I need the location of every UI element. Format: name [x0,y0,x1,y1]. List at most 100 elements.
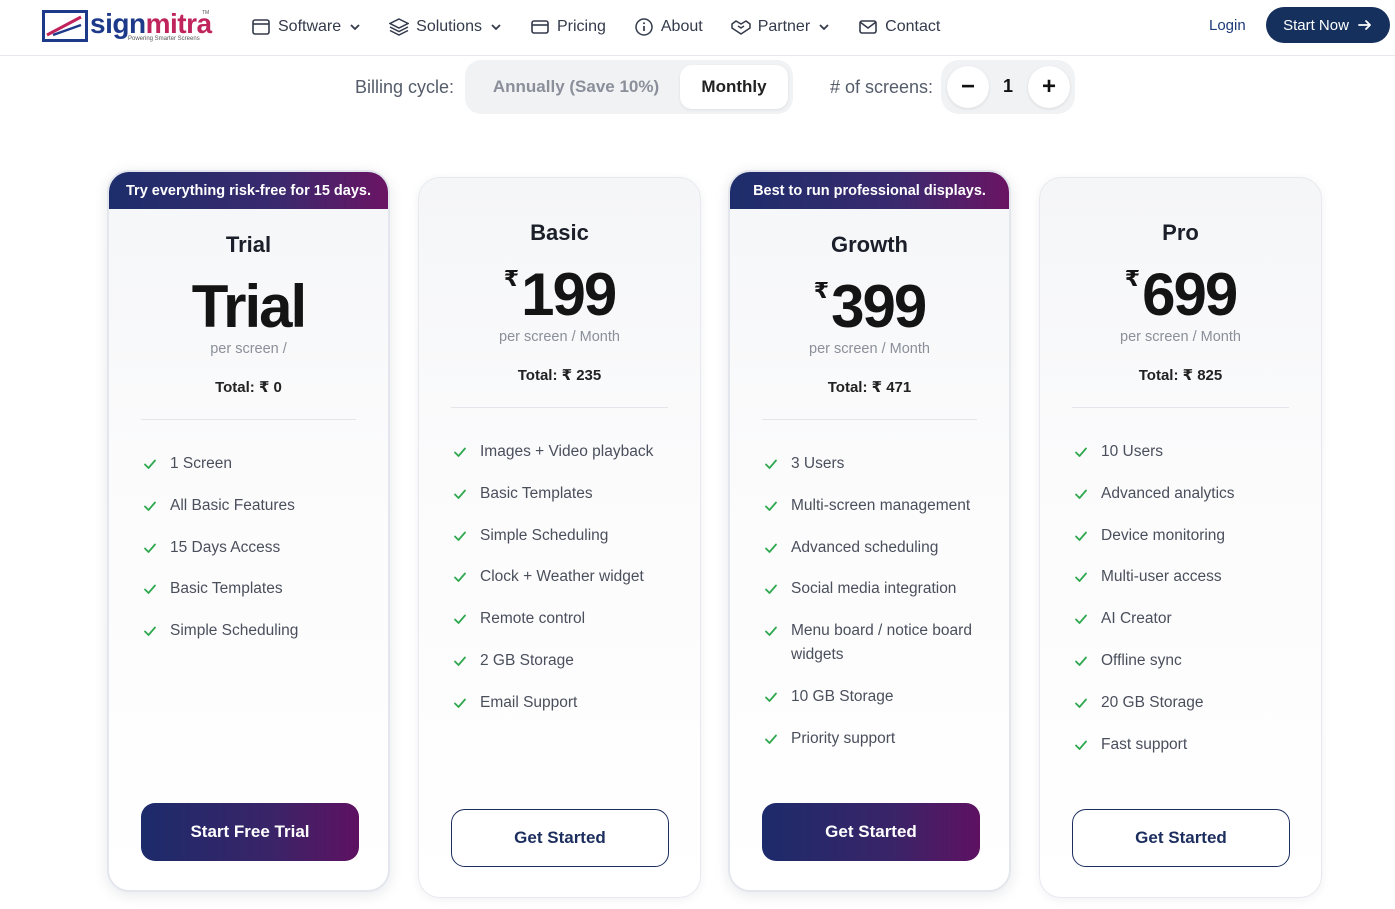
plan-feature-label: 1 Screen [170,455,233,472]
plan-feature-item: 10 Users [1074,440,1301,464]
login-link[interactable]: Login [1209,17,1246,34]
check-icon [764,732,778,746]
plan-price: ₹399 [730,272,1009,341]
plan-feature-label: 3 Users [791,455,845,472]
plan-price-value: 399 [831,273,927,340]
chevron-down-icon [818,21,830,33]
check-icon [143,624,157,638]
plan-feature-label: Clock + Weather widget [480,568,644,586]
start-now-button[interactable]: Start Now [1266,7,1390,43]
signmitra-logo[interactable]: signmitra Powering Smarter Screens TM [42,8,212,44]
plan-price-value: 699 [1142,261,1238,328]
check-icon [764,457,778,471]
plan-feature-list: 3 Users Multi-screen management Advanced… [764,452,979,769]
screens-count-value: 1 [1002,76,1013,96]
check-icon [453,570,467,584]
plan-feature-item: 20 GB Storage [1074,691,1301,715]
plan-feature-item: Advanced analytics [1074,482,1301,506]
plan-price-value: 199 [521,261,617,328]
check-icon [453,487,467,501]
nav-item-label: About [660,18,703,35]
increment-screens-button[interactable]: + [1028,66,1070,108]
get-started-growth-button[interactable]: Get Started [762,803,980,861]
nav-item-about[interactable]: About [634,17,703,37]
billing-option-annually[interactable]: Annually (Save 10%) [473,65,679,109]
card-icon [530,17,550,37]
start-free-trial-button[interactable]: Start Free Trial [141,803,359,861]
plan-feature-label: Simple Scheduling [170,622,299,640]
screens-stepper: − 1 + [941,60,1075,114]
plan-price-period: per screen / Month [1120,329,1241,345]
plan-feature-label: 10 Users [1101,443,1164,460]
plan-card-pro: Pro ₹699 per screen / Month Total: ₹ 825… [1039,177,1322,898]
check-icon [1074,487,1088,501]
plan-feature-label: All Basic Features [170,496,295,514]
plan-feature-label: 15 Days Access [170,538,281,556]
get-started-basic-button[interactable]: Get Started [451,809,669,867]
logo-trademark: TM [202,10,210,16]
plan-feature-item: 3 Users [764,452,979,476]
plan-currency: ₹ [1124,266,1141,291]
plan-feature-list: 10 Users Advanced analytics Device monit… [1074,440,1301,774]
start-now-label: Start Now [1283,16,1349,34]
plan-feature-item: Basic Templates [143,577,368,601]
plan-feature-item: Social media integration [764,577,979,601]
check-icon [453,445,467,459]
decrement-screens-button[interactable]: − [947,66,989,108]
check-icon [143,541,157,555]
plan-currency: ₹ [813,278,830,303]
nav-item-label: Contact [885,18,941,35]
logo-mark-icon [42,10,88,42]
plan-name: Growth [831,232,908,257]
nav-item-label: Pricing [556,18,606,35]
plan-feature-label: Basic Templates [170,580,283,598]
plan-feature-label: Basic Templates [480,484,593,502]
plan-feature-list: Images + Video playback Basic Templates … [453,440,680,733]
get-started-pro-button[interactable]: Get Started [1072,809,1290,867]
plan-feature-item: Menu board / notice board widgets [764,619,979,667]
check-icon [1074,612,1088,626]
check-icon [1074,654,1088,668]
card-divider [141,419,356,420]
info-icon [634,17,654,37]
plan-feature-label: Social media integration [791,580,957,598]
plan-total: Total: ₹ 0 [215,379,282,396]
plan-price: ₹699 [1040,260,1321,329]
nav-item-label: Software [278,18,342,35]
plan-feature-item: 2 GB Storage [453,649,680,673]
check-icon [453,696,467,710]
plan-feature-label: Fast support [1101,735,1188,753]
plan-total: Total: ₹ 471 [827,379,912,396]
check-icon [143,457,157,471]
nav-item-solutions[interactable]: Solutions [389,17,502,37]
nav-item-contact[interactable]: Contact [858,17,940,37]
plan-feature-label: Menu board / notice board widgets [791,622,972,664]
plan-price: ₹199 [419,260,700,329]
check-icon [453,612,467,626]
plan-name: Trial [225,232,272,257]
nav-item-software[interactable]: Software [251,17,361,37]
card-divider [762,419,977,420]
plan-feature-item: All Basic Features [143,494,368,518]
arrow-right-icon [1357,17,1373,33]
logo-tagline: Powering Smarter Screens [128,36,200,42]
plan-feature-item: Multi-screen management [764,494,979,518]
plan-feature-item: 15 Days Access [143,536,368,560]
card-divider [1072,407,1289,408]
nav-item-pricing[interactable]: Pricing [530,17,606,37]
nav-item-partner[interactable]: Partner [730,17,830,37]
billing-option-monthly[interactable]: Monthly [680,65,788,109]
layers-icon [389,17,410,37]
plan-feature-label: AI Creator [1101,610,1172,628]
plan-feature-item: Images + Video playback [453,440,680,464]
check-icon [1074,570,1088,584]
check-icon [764,582,778,596]
plan-feature-label: Multi-screen management [791,496,971,514]
billing-cycle-toggle: Annually (Save 10%) Monthly [465,60,793,114]
plan-feature-item: Device monitoring [1074,524,1301,548]
check-icon [1074,738,1088,752]
handshake-icon [730,17,751,37]
plan-name: Pro [1162,220,1199,245]
plan-feature-label: Simple Scheduling [480,526,609,544]
screens-count-label: # of screens: [830,77,934,97]
